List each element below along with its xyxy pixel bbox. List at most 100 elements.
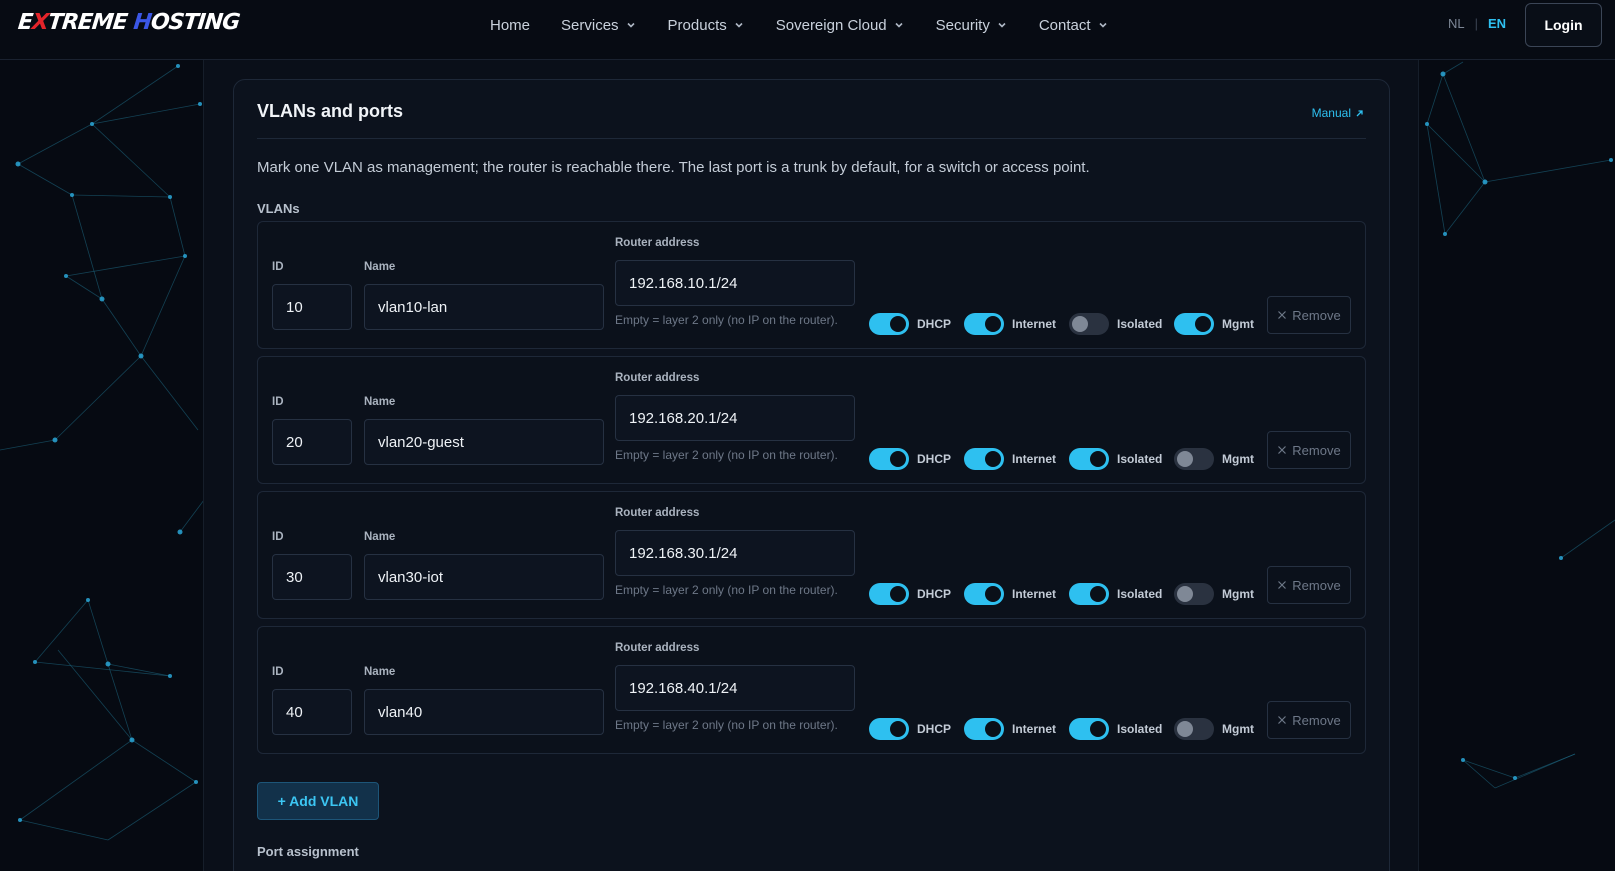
lang-en[interactable]: EN [1488, 16, 1506, 31]
manual-link[interactable]: Manual [1312, 106, 1364, 120]
internet-toggle[interactable] [964, 313, 1004, 335]
internet-toggle[interactable] [964, 718, 1004, 740]
nav-item-contact[interactable]: Contact [1039, 17, 1109, 34]
remove-vlan-button[interactable]: Remove [1267, 701, 1351, 739]
vlan-id-value: 20 [286, 433, 303, 451]
mgmt-toggle[interactable] [1174, 313, 1214, 335]
vlan-name-value: vlan10-lan [378, 298, 448, 316]
mgmt-toggle[interactable] [1174, 448, 1214, 470]
isolated-toggle[interactable] [1069, 718, 1109, 740]
dhcp-toggle[interactable] [869, 448, 909, 470]
router-address-hint: Empty = layer 2 only (no IP on the route… [615, 448, 838, 462]
vlan-id-input[interactable]: 30 [272, 554, 352, 600]
vlan-row-40: ID 40 Name vlan40 Router address 192.168… [257, 626, 1366, 754]
dhcp-toggle[interactable] [869, 313, 909, 335]
close-icon [1278, 311, 1287, 319]
vlan-row-20: ID 20 Name vlan20-guest Router address 1… [257, 356, 1366, 484]
vlan-name-input[interactable]: vlan40 [364, 689, 604, 735]
close-icon [1278, 446, 1287, 454]
card-description: Mark one VLAN as management; the router … [257, 159, 1090, 176]
logo-text: OSTING [149, 10, 241, 35]
vlan-row-30: ID 30 Name vlan30-iot Router address 192… [257, 491, 1366, 619]
internet-toggle[interactable] [964, 583, 1004, 605]
remove-vlan-button[interactable]: Remove [1267, 431, 1351, 469]
toggle-knob [1072, 316, 1088, 332]
isolated-toggle-group: Isolated [1069, 448, 1162, 470]
isolated-toggle[interactable] [1069, 313, 1109, 335]
mgmt-label: Mgmt [1222, 722, 1254, 736]
dhcp-toggle[interactable] [869, 718, 909, 740]
nav-item-products[interactable]: Products [668, 17, 745, 34]
router-address-label: Router address [615, 507, 700, 519]
add-vlan-button[interactable]: + Add VLAN [257, 782, 379, 820]
dhcp-toggle-group: DHCP [869, 313, 951, 335]
dhcp-toggle-group: DHCP [869, 583, 951, 605]
nav-item-security[interactable]: Security [936, 17, 1008, 34]
isolated-toggle-group: Isolated [1069, 718, 1162, 740]
nav-item-home[interactable]: Home [490, 17, 530, 34]
mgmt-label: Mgmt [1222, 587, 1254, 601]
dhcp-label: DHCP [917, 452, 952, 466]
nav-item-services[interactable]: Services [561, 17, 637, 34]
internet-toggle-group: Internet [964, 448, 1056, 470]
router-address-input[interactable]: 192.168.40.1/24 [615, 665, 855, 711]
toggle-knob [890, 451, 906, 467]
nav-item-label: Security [935, 16, 990, 34]
vlan-id-value: 40 [286, 703, 303, 721]
vlan-id-value: 10 [286, 298, 303, 316]
toggle-knob [985, 451, 1001, 467]
brand-logo[interactable]: EXTREME HOSTING [17, 10, 241, 35]
internet-label: Internet [1012, 317, 1057, 331]
nav-item-sovereign-cloud[interactable]: Sovereign Cloud [776, 17, 905, 34]
vlan-name-input[interactable]: vlan30-iot [364, 554, 604, 600]
vlan-name-input[interactable]: vlan20-guest [364, 419, 604, 465]
vlan-id-input[interactable]: 20 [272, 419, 352, 465]
chevron-down-icon [998, 22, 1006, 28]
dhcp-toggle[interactable] [869, 583, 909, 605]
vlans-label: VLANs [257, 201, 300, 216]
router-address-hint: Empty = layer 2 only (no IP on the route… [615, 718, 838, 732]
toggle-knob [985, 586, 1001, 602]
mgmt-toggle[interactable] [1174, 718, 1214, 740]
vlan-id-input[interactable]: 40 [272, 689, 352, 735]
remove-label: Remove [1292, 307, 1341, 323]
mgmt-toggle[interactable] [1174, 583, 1214, 605]
lang-nl[interactable]: NL [1448, 16, 1465, 31]
mgmt-toggle-group: Mgmt [1174, 718, 1254, 740]
internet-toggle[interactable] [964, 448, 1004, 470]
name-label: Name [364, 396, 396, 408]
language-switcher: NL | EN [1448, 16, 1506, 31]
vlan-name-value: vlan40 [378, 703, 423, 721]
toggle-knob [1090, 451, 1106, 467]
chevron-down-icon [735, 22, 743, 28]
router-address-input[interactable]: 192.168.30.1/24 [615, 530, 855, 576]
vlan-id-input[interactable]: 10 [272, 284, 352, 330]
remove-label: Remove [1292, 712, 1341, 728]
router-address-hint: Empty = layer 2 only (no IP on the route… [615, 313, 838, 327]
remove-label: Remove [1292, 442, 1341, 458]
mgmt-label: Mgmt [1222, 317, 1254, 331]
remove-vlan-button[interactable]: Remove [1267, 296, 1351, 334]
id-label: ID [272, 396, 284, 408]
name-label: Name [364, 666, 396, 678]
nav-item-label: Home [490, 16, 531, 34]
router-address-input[interactable]: 192.168.10.1/24 [615, 260, 855, 306]
mgmt-toggle-group: Mgmt [1174, 313, 1254, 335]
router-address-input[interactable]: 192.168.20.1/24 [615, 395, 855, 441]
isolated-toggle[interactable] [1069, 583, 1109, 605]
chevron-down-icon [1098, 22, 1107, 28]
isolated-label: Isolated [1117, 587, 1163, 601]
logo-text: TREME [46, 10, 135, 35]
toggle-knob [985, 316, 1001, 332]
chevron-down-icon [626, 22, 635, 28]
mgmt-label: Mgmt [1222, 452, 1254, 466]
id-label: ID [272, 261, 284, 273]
internet-toggle-group: Internet [964, 313, 1056, 335]
close-icon [1278, 581, 1287, 589]
login-button[interactable]: Login [1525, 3, 1602, 47]
vlan-name-value: vlan20-guest [378, 433, 464, 451]
router-address-label: Router address [615, 372, 700, 384]
isolated-toggle[interactable] [1069, 448, 1109, 470]
remove-vlan-button[interactable]: Remove [1267, 566, 1351, 604]
vlan-name-input[interactable]: vlan10-lan [364, 284, 604, 330]
